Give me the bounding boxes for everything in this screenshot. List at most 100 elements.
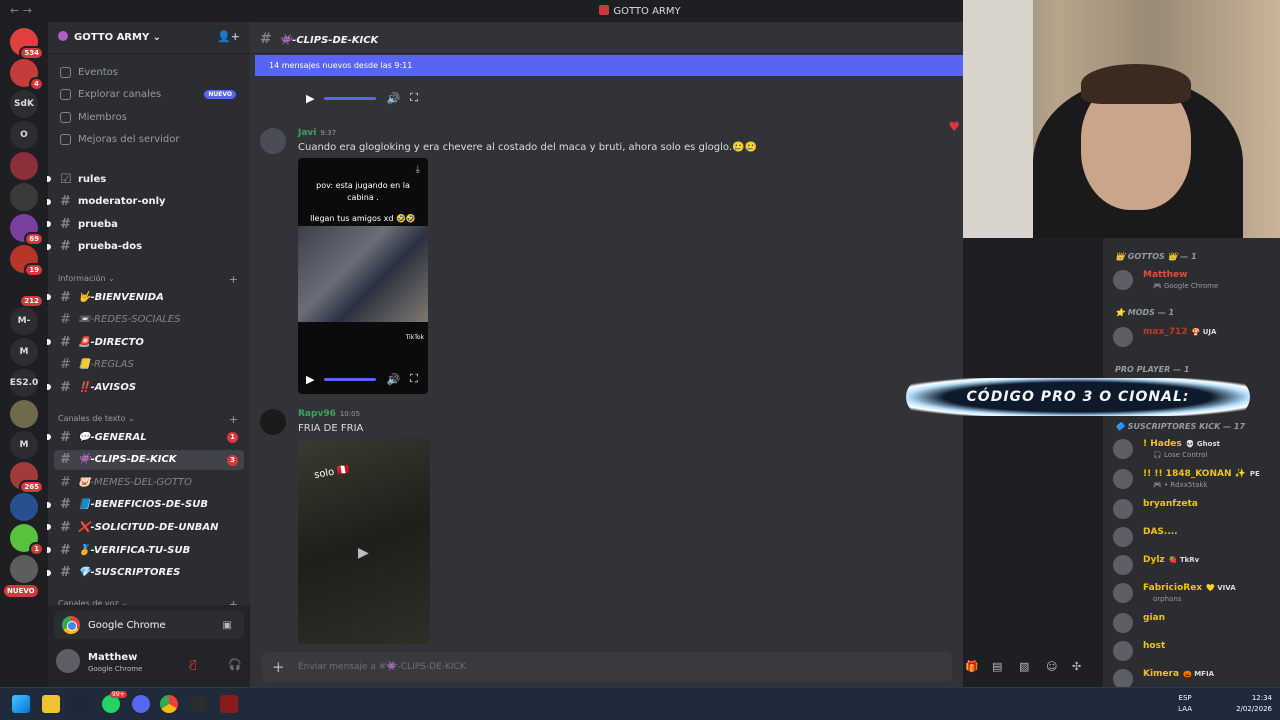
guild-icon[interactable]: SdK — [10, 90, 38, 118]
channel-item[interactable]: # 📒-REGLAS — [54, 355, 244, 375]
progress-bar[interactable] — [324, 96, 377, 100]
member-item[interactable]: FabricioRex 💛 VIVA orphans — [1111, 581, 1276, 607]
author[interactable]: Javi 9:37 — [298, 128, 336, 138]
play-icon[interactable]: ▶ — [358, 545, 369, 561]
channel-item[interactable]: # 📘-BENEFICIOS-DE-SUB — [47, 495, 244, 515]
video-attachment[interactable]: solo 🇵🇪 ▶ — [298, 439, 430, 644]
member-item[interactable]: host — [1111, 639, 1276, 665]
category-header[interactable]: Información ⌄ + — [58, 273, 238, 286]
sticker-icon[interactable]: ▧ — [1019, 660, 1029, 673]
heart-reaction-icon[interactable]: ♥ — [948, 120, 960, 135]
channel-item[interactable]: # 🚨-DIRECTO — [47, 332, 244, 352]
nav-item[interactable]: Explorar canales NUEVO — [54, 85, 244, 105]
guild-icon[interactable]: 265 — [10, 462, 44, 494]
play-icon[interactable]: ▶ — [306, 92, 314, 105]
member-item[interactable]: bryanfzeta — [1111, 497, 1276, 523]
guild-icon[interactable] — [10, 152, 38, 180]
activity-row[interactable]: Google Chrome ▣ — [54, 611, 244, 639]
video-caption: pov: esta jugando en la cabina . — [316, 181, 410, 202]
guild-icon[interactable]: M — [10, 338, 38, 366]
add-channel-icon[interactable]: + — [229, 273, 238, 286]
member-item[interactable]: gian — [1111, 611, 1276, 637]
guild-icon[interactable]: 1 — [10, 524, 44, 556]
volume-icon[interactable]: 🔊 — [386, 373, 400, 386]
server-header[interactable]: GOTTO ARMY ⌄ 👤+ — [48, 22, 250, 54]
nav-item[interactable]: Mejoras del servidor — [54, 130, 244, 150]
member-name: gian — [1143, 613, 1166, 623]
member-item[interactable]: DAS.... — [1111, 525, 1276, 551]
author[interactable]: Rapv96 10:05 — [298, 409, 360, 419]
gif-icon[interactable]: ▤ — [992, 660, 1002, 673]
member-item[interactable]: max_712 🍄 UJA — [1111, 325, 1276, 351]
channel-item[interactable]: # prueba — [47, 214, 244, 234]
mute-icon[interactable]: 🎙̸ — [190, 658, 197, 671]
new-messages-bar[interactable]: 14 mensajes nuevos desde las 9:11 — [255, 55, 963, 76]
language-indicator[interactable]: ESP LAA — [1178, 693, 1192, 715]
add-channel-icon[interactable]: + — [229, 413, 238, 426]
channel-item[interactable]: # 👾-CLIPS-DE-KICK 3 — [54, 449, 244, 470]
member-status: orphans — [1153, 595, 1182, 603]
guild-icon[interactable]: ES2.0 — [10, 369, 38, 397]
fullscreen-icon[interactable]: ⛶ — [410, 372, 418, 386]
guild-icon[interactable]: 19 — [10, 245, 44, 277]
member-item[interactable]: Matthew 🎮 Google Chrome — [1111, 268, 1276, 294]
discord-icon[interactable] — [132, 695, 150, 713]
channel-item[interactable]: # moderator-only — [47, 192, 244, 212]
gift-icon[interactable]: 🎁 — [965, 660, 979, 673]
unread-dot — [47, 198, 51, 205]
fullscreen-icon[interactable]: ⛶ — [410, 91, 418, 105]
new-badge: NUEVO — [204, 89, 236, 99]
guild-icon[interactable]: 212 — [10, 276, 44, 308]
system-tray[interactable]: ESP LAA 12:34 2/02/2026 — [1178, 693, 1272, 715]
obs-icon[interactable] — [190, 695, 208, 713]
channel-item[interactable]: ☑ rules — [47, 169, 244, 189]
emoji-icon[interactable]: ☺ — [1046, 660, 1057, 673]
guild-icon[interactable] — [10, 183, 38, 211]
plus-icon[interactable]: + — [272, 658, 285, 676]
screen-share-icon[interactable]: ▣ — [223, 620, 232, 631]
guild-icon[interactable] — [10, 400, 38, 428]
channel-item[interactable]: # ‼️-AVISOS — [47, 377, 244, 397]
nav-item[interactable]: Eventos — [54, 62, 244, 82]
progress-bar[interactable] — [324, 377, 377, 381]
video-player-controls[interactable]: ▶ 🔊 ⛶ — [298, 87, 428, 109]
guild-icon[interactable] — [10, 555, 38, 583]
channel-item[interactable]: # 💬-GENERAL 1 — [47, 427, 244, 447]
video-attachment[interactable]: ⤓ pov: esta jugando en la cabina . llega… — [298, 158, 428, 394]
guild-icon[interactable]: O — [10, 121, 38, 149]
member-item[interactable]: ! Hades 💀 Ghost 🎧 Lose Control — [1111, 437, 1276, 463]
channel-item[interactable]: # 📼-REDES-SOCIALES — [54, 310, 244, 330]
member-item[interactable]: !! !! 1848_KONAN ✨ PE 🎮 • Rdxx5takk — [1111, 467, 1276, 493]
play-icon[interactable]: ▶ — [306, 373, 314, 386]
video-caption: solo 🇵🇪 — [313, 463, 351, 482]
channel-item[interactable]: # ❌-SOLICITUD-DE-UNBAN — [47, 517, 244, 537]
dota-icon[interactable] — [220, 695, 238, 713]
windows-start-icon[interactable] — [12, 695, 30, 713]
channel-item[interactable]: # prueba-dos — [47, 237, 244, 257]
guild-icon[interactable]: M- — [10, 307, 38, 335]
channel-item[interactable]: # 🐷-MEMES-DEL-GOTTO — [54, 472, 244, 492]
member-item[interactable]: Dylz 🍓 TkRv — [1111, 553, 1276, 579]
volume-icon[interactable]: 🔊 — [386, 92, 400, 105]
file-explorer-icon[interactable] — [42, 695, 60, 713]
invite-icon[interactable]: 👤+ — [217, 30, 240, 43]
download-icon[interactable]: ⤓ — [416, 164, 420, 175]
nav-item[interactable]: Miembros — [54, 107, 244, 127]
user-row[interactable]: Matthew Google Chrome 🎙̸ 🎧 ⚙ — [56, 649, 276, 679]
channel-item[interactable]: # 🤟-BIENVENIDA — [47, 287, 244, 307]
guild-icon[interactable] — [10, 493, 38, 521]
guild-icon[interactable]: 4 — [10, 59, 44, 91]
message-composer[interactable]: + Enviar mensaje a #👾-CLIPS-DE-KICK 🎁 ▤ … — [262, 652, 1081, 682]
guild-icon[interactable]: 69 — [10, 214, 44, 246]
steam-icon[interactable] — [72, 695, 90, 713]
category-header[interactable]: Canales de texto ⌄ + — [58, 413, 238, 426]
channel-sidebar: GOTTO ARMY ⌄ 👤+ Eventos Explorar canales N… — [47, 22, 276, 687]
guild-icon[interactable]: 534 — [10, 28, 44, 60]
channel-item[interactable]: # 🏅-VERIFICA-TU-SUB — [47, 540, 244, 560]
apps-icon[interactable]: ✣ — [1072, 660, 1081, 673]
guild-icon[interactable]: M — [10, 431, 38, 459]
video-player-controls[interactable]: ▶ 🔊 ⛶ — [298, 368, 428, 390]
chrome-icon[interactable] — [160, 695, 178, 713]
deafen-icon[interactable]: 🎧 — [228, 658, 242, 671]
channel-item[interactable]: # 💎-SUSCRIPTORES — [47, 563, 244, 583]
